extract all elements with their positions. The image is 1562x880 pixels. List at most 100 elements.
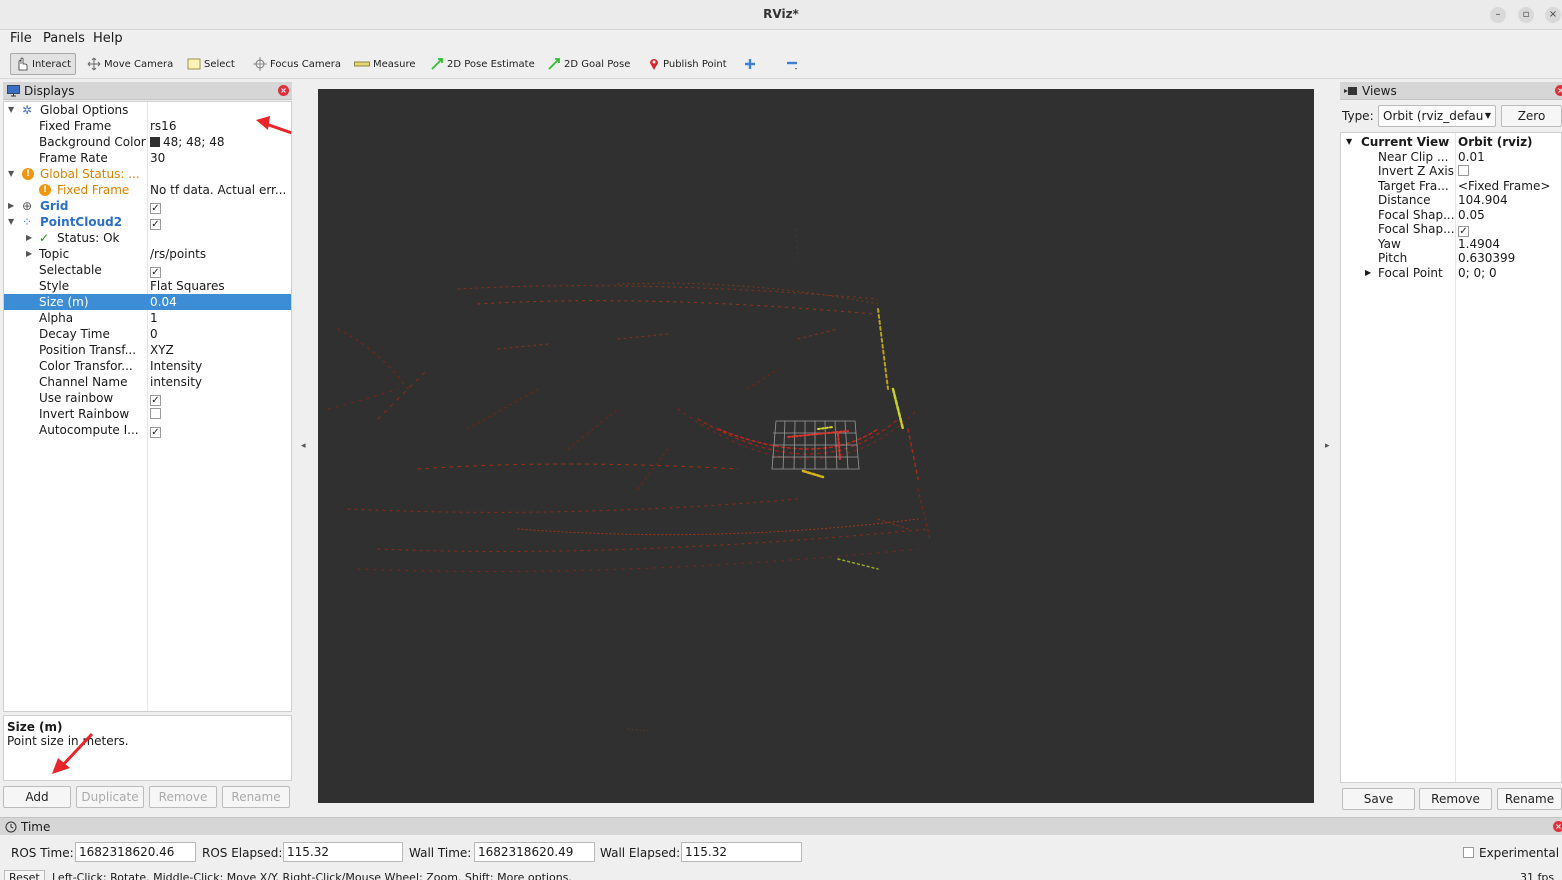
tree-row-decay-time[interactable]: Decay Time 0: [4, 326, 291, 342]
collapse-right-arrow-icon[interactable]: ▸: [1325, 441, 1330, 451]
collapse-arrow-icon[interactable]: ▶: [26, 230, 32, 246]
view-type-select[interactable]: Orbit (rviz_defau ▼: [1378, 105, 1496, 127]
collapse-arrow-icon[interactable]: ▶: [26, 246, 32, 262]
view-row-distance[interactable]: Distance 104.904: [1341, 193, 1561, 208]
ros-elapsed-field[interactable]: 115.32: [283, 842, 403, 862]
rename-display-button[interactable]: Rename: [222, 786, 290, 808]
tree-row-topic[interactable]: ▶ Topic /rs/points: [4, 246, 291, 262]
close-window-button[interactable]: ×: [1545, 7, 1561, 23]
collapse-arrow-icon[interactable]: ▶: [8, 198, 14, 214]
tree-row-status-ok[interactable]: ▶ ✓ Status: Ok: [4, 230, 291, 246]
close-icon[interactable]: ×: [278, 85, 289, 96]
row-value[interactable]: 30: [150, 150, 165, 166]
expand-arrow-icon[interactable]: ▼: [8, 102, 14, 118]
autocompute-checkbox[interactable]: ✓: [150, 422, 161, 438]
add-display-button[interactable]: Add: [3, 786, 71, 808]
use-rainbow-checkbox[interactable]: ✓: [150, 390, 161, 406]
row-value[interactable]: 104.904: [1458, 193, 1508, 207]
wall-elapsed-field[interactable]: 115.32: [681, 842, 802, 862]
tree-row-global-status[interactable]: ▼ ! Global Status: ...: [4, 166, 291, 182]
grid-enabled-checkbox[interactable]: ✓: [150, 198, 161, 214]
row-value[interactable]: Flat Squares: [150, 278, 225, 294]
tree-row-color-transformer[interactable]: Color Transfor... Intensity: [4, 358, 291, 374]
zero-button[interactable]: Zero: [1501, 105, 1562, 127]
view-row-target-frame[interactable]: Target Fra... <Fixed Frame>: [1341, 179, 1561, 194]
goal-pose-tool-button[interactable]: 2D Goal Pose: [547, 53, 630, 75]
pointcloud-enabled-checkbox[interactable]: ✓: [150, 214, 161, 230]
view-row-focal-point[interactable]: ▶ Focal Point 0; 0; 0: [1341, 266, 1561, 281]
row-value[interactable]: 1.4904: [1458, 237, 1500, 251]
minimize-button[interactable]: –: [1490, 7, 1506, 23]
remove-display-button[interactable]: Remove: [149, 786, 217, 808]
row-value[interactable]: XYZ: [150, 342, 174, 358]
maximize-button[interactable]: ▫: [1518, 7, 1534, 23]
tree-row-global-options[interactable]: ▼ ✲ Global Options: [4, 102, 291, 118]
tree-row-grid[interactable]: ▶ ⊕ Grid ✓: [4, 198, 291, 214]
expand-arrow-icon[interactable]: ▼: [1346, 135, 1352, 149]
wall-time-field[interactable]: 1682318620.49: [474, 842, 595, 862]
tree-row-style[interactable]: Style Flat Squares: [4, 278, 291, 294]
collapse-arrow-icon[interactable]: ▶: [1365, 266, 1371, 280]
save-view-button[interactable]: Save: [1342, 788, 1415, 810]
invert-rainbow-checkbox[interactable]: [150, 406, 161, 422]
row-value[interactable]: rs16: [150, 118, 176, 134]
tree-row-size-selected[interactable]: Size (m) 0.04: [4, 294, 291, 310]
color-value[interactable]: 48; 48; 48: [150, 134, 225, 150]
tree-row-autocompute[interactable]: Autocompute I... ✓: [4, 422, 291, 438]
row-value[interactable]: /rs/points: [150, 246, 206, 262]
row-value[interactable]: 0: [150, 326, 158, 342]
close-icon[interactable]: ×: [1555, 85, 1562, 96]
move-camera-tool-button[interactable]: Move Camera: [87, 53, 173, 75]
row-value[interactable]: 0.04: [150, 294, 177, 310]
expand-arrow-icon[interactable]: ▼: [8, 214, 14, 230]
tree-row-invert-rainbow[interactable]: Invert Rainbow: [4, 406, 291, 422]
focus-camera-tool-button[interactable]: Focus Camera: [253, 53, 341, 75]
pose-estimate-tool-button[interactable]: 2D Pose Estimate: [430, 53, 535, 75]
view-row-focal-shape-fixed[interactable]: Focal Shap... ✓: [1341, 222, 1561, 237]
invert-z-checkbox[interactable]: [1458, 164, 1469, 178]
tree-row-use-rainbow[interactable]: Use rainbow ✓: [4, 390, 291, 406]
tree-row-frame-rate[interactable]: Frame Rate 30: [4, 150, 291, 166]
menu-file[interactable]: File: [10, 31, 32, 46]
row-value[interactable]: 1: [150, 310, 158, 326]
remove-tool-button[interactable]: [785, 53, 799, 75]
select-tool-button[interactable]: Select: [187, 53, 235, 75]
interact-tool-button[interactable]: Interact: [10, 53, 77, 75]
row-value[interactable]: 0; 0; 0: [1458, 266, 1497, 280]
experimental-checkbox[interactable]: [1463, 847, 1474, 858]
focal-shape-checkbox[interactable]: ✓: [1458, 222, 1469, 237]
row-value[interactable]: intensity: [150, 374, 202, 390]
view-row-near-clip[interactable]: Near Clip ... 0.01: [1341, 150, 1561, 165]
row-value[interactable]: 0.05: [1458, 208, 1485, 222]
selectable-checkbox[interactable]: ✓: [150, 262, 161, 278]
remove-view-button[interactable]: Remove: [1419, 788, 1492, 810]
view-row-current[interactable]: ▼ Current View Orbit (rviz): [1341, 135, 1561, 150]
tree-row-background-color[interactable]: Background Color 48; 48; 48: [4, 134, 291, 150]
close-icon[interactable]: ×: [1553, 821, 1562, 832]
menu-help[interactable]: Help: [93, 31, 123, 46]
view-row-pitch[interactable]: Pitch 0.630399: [1341, 251, 1561, 266]
expand-arrow-icon[interactable]: ▼: [8, 166, 14, 182]
reset-button[interactable]: Reset: [4, 870, 45, 880]
tree-row-channel-name[interactable]: Channel Name intensity: [4, 374, 291, 390]
measure-tool-button[interactable]: Measure: [354, 53, 416, 75]
rename-view-button[interactable]: Rename: [1497, 788, 1562, 810]
duplicate-display-button[interactable]: Duplicate: [76, 786, 144, 808]
row-value[interactable]: Intensity: [150, 358, 202, 374]
row-value[interactable]: 0.630399: [1458, 251, 1515, 265]
tree-row-status-fixed-frame[interactable]: ! Fixed Frame No tf data. Actual err...: [4, 182, 291, 198]
row-value[interactable]: 0.01: [1458, 150, 1485, 164]
tree-row-fixed-frame[interactable]: Fixed Frame rs16: [4, 118, 291, 134]
collapse-left-arrow-icon[interactable]: ◂: [301, 441, 306, 451]
tree-row-alpha[interactable]: Alpha 1: [4, 310, 291, 326]
render-viewport-3d[interactable]: [318, 89, 1314, 803]
view-row-invert-z[interactable]: Invert Z Axis: [1341, 164, 1561, 179]
tree-row-selectable[interactable]: Selectable ✓: [4, 262, 291, 278]
view-row-yaw[interactable]: Yaw 1.4904: [1341, 237, 1561, 252]
add-tool-button[interactable]: [744, 53, 756, 75]
view-row-focal-shape-size[interactable]: Focal Shap... 0.05: [1341, 208, 1561, 223]
tree-row-pointcloud2[interactable]: ▼ ⁘ PointCloud2 ✓: [4, 214, 291, 230]
publish-point-tool-button[interactable]: Publish Point: [648, 53, 727, 75]
ros-time-field[interactable]: 1682318620.46: [75, 842, 196, 862]
menu-panels[interactable]: Panels: [43, 31, 85, 46]
